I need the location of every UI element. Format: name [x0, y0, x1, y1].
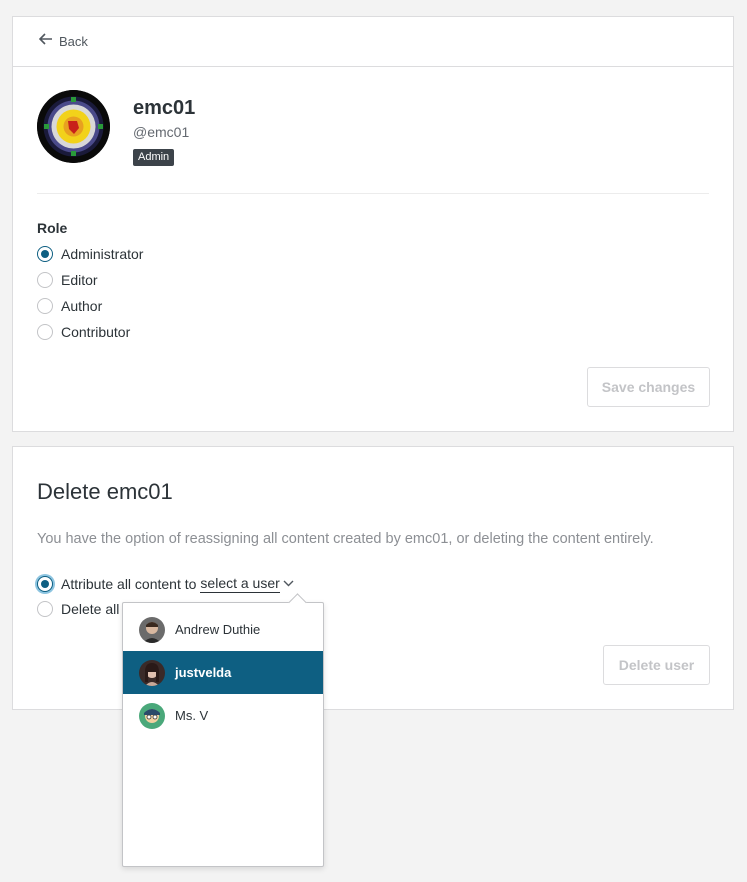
- select-user-link[interactable]: select a user: [200, 575, 280, 593]
- dropdown-item-label: Ms. V: [175, 708, 209, 723]
- role-option-contributor[interactable]: Contributor: [37, 324, 130, 340]
- back-link[interactable]: Back: [13, 17, 733, 67]
- dropdown-item-ms-v[interactable]: Ms. V: [123, 694, 323, 737]
- attribute-content-option[interactable]: Attribute all content to select a user: [37, 575, 294, 593]
- user-display-name: emc01: [133, 97, 196, 119]
- role-option-label: Administrator: [61, 246, 144, 262]
- dropdown-item-justvelda[interactable]: justvelda: [123, 651, 323, 694]
- delete-description: You have the option of reassigning all c…: [37, 531, 654, 547]
- delete-user-card: Delete emc01 You have the option of reas…: [12, 446, 734, 710]
- user-select-dropdown[interactable]: Andrew Duthie justvelda Ms. V: [122, 602, 324, 867]
- back-label: Back: [59, 34, 88, 49]
- role-title: Role: [37, 220, 68, 236]
- radio-icon[interactable]: [37, 272, 53, 288]
- role-option-label: Author: [61, 298, 103, 314]
- delete-content-option[interactable]: Delete all: [37, 601, 119, 617]
- role-option-label: Contributor: [61, 324, 131, 340]
- role-option-administrator[interactable]: Administrator: [37, 246, 143, 262]
- dropdown-item-andrew-duthie[interactable]: Andrew Duthie: [123, 608, 323, 651]
- delete-user-button[interactable]: Delete user: [603, 645, 710, 685]
- radio-checked-icon[interactable]: [37, 576, 53, 592]
- chevron-down-icon[interactable]: [283, 578, 294, 590]
- radio-icon[interactable]: [37, 601, 53, 617]
- arrow-left-icon: [38, 32, 53, 49]
- admin-badge: Admin: [133, 149, 175, 166]
- radio-icon[interactable]: [37, 324, 53, 340]
- dropdown-item-label: justvelda: [175, 665, 232, 680]
- avatar: [139, 702, 165, 729]
- radio-icon[interactable]: [37, 298, 53, 314]
- delete-title: Delete emc01: [37, 479, 173, 504]
- user-profile-card: Back emc01 @emc01 Admin Role Administrat…: [12, 16, 734, 432]
- avatar: [139, 616, 165, 643]
- role-option-editor[interactable]: Editor: [37, 272, 98, 288]
- radio-checked-icon[interactable]: [37, 246, 53, 262]
- avatar: [37, 90, 110, 163]
- user-handle: @emc01: [133, 124, 190, 140]
- user-header: emc01 @emc01 Admin: [37, 90, 709, 194]
- save-changes-button[interactable]: Save changes: [587, 367, 710, 407]
- delete-all-label: Delete all: [61, 601, 120, 617]
- role-option-author[interactable]: Author: [37, 298, 102, 314]
- avatar: [139, 659, 165, 686]
- attribute-label: Attribute all content to: [61, 576, 197, 592]
- role-option-label: Editor: [61, 272, 98, 288]
- dropdown-item-label: Andrew Duthie: [175, 622, 261, 637]
